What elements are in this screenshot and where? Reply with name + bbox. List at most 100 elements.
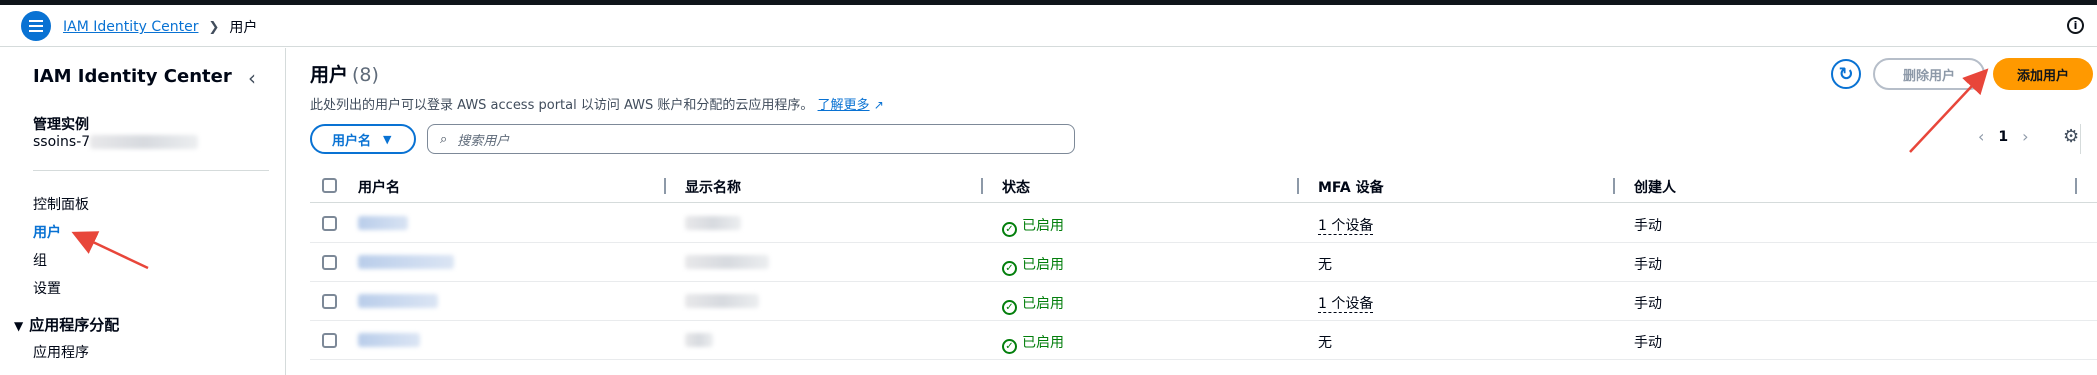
row-checkbox[interactable] — [322, 294, 337, 309]
learn-more-link[interactable]: 了解更多 — [818, 98, 870, 113]
filter-property-label: 用户名 — [332, 133, 372, 149]
pagination: ‹ 1 › — [1964, 127, 2043, 146]
username-link[interactable] — [358, 254, 454, 270]
table-row[interactable]: ✓ 已启用 无 手动 — [310, 321, 2097, 360]
breadcrumb-current: 用户 — [229, 20, 258, 36]
column-status[interactable]: 状态 — [1002, 177, 1030, 197]
delete-users-button[interactable]: 删除用户 — [1873, 58, 1985, 90]
next-page-icon[interactable]: › — [2022, 127, 2028, 146]
display-name — [685, 254, 769, 270]
username-link[interactable] — [358, 215, 408, 231]
sidebar-item-users[interactable]: 用户 — [33, 222, 61, 242]
collapse-sidebar-icon[interactable]: ‹ — [248, 66, 256, 90]
table-row[interactable]: ✓ 已启用 1 个设备 手动 — [310, 282, 2097, 321]
instance-label: 管理实例 — [33, 117, 89, 133]
column-resizer[interactable] — [1613, 178, 1615, 194]
redacted-blur — [358, 255, 454, 269]
status-badge: ✓ 已启用 — [1002, 293, 1064, 315]
username-link[interactable] — [358, 332, 420, 348]
instance-value: ssoins-7 — [33, 134, 199, 150]
table-row[interactable]: ✓ 已启用 无 手动 — [310, 243, 2097, 282]
caret-down-icon: ▼ — [383, 132, 392, 146]
check-circle-icon: ✓ — [1002, 261, 1017, 276]
sidebar-section-app-assignment[interactable]: ▼ 应用程序分配 — [14, 314, 119, 335]
mfa-text: 1 个设备 — [1318, 296, 1374, 313]
sidebar-item-groups[interactable]: 组 — [33, 250, 47, 270]
refresh-icon: ↻ — [1838, 63, 1854, 85]
check-circle-icon: ✓ — [1002, 339, 1017, 354]
row-checkbox[interactable] — [322, 255, 337, 270]
redacted-blur — [90, 135, 199, 149]
sidebar-title: IAM Identity Center — [33, 66, 232, 87]
refresh-button[interactable]: ↻ — [1831, 59, 1861, 89]
search-icon: ⌕ — [440, 131, 448, 147]
breadcrumb-iam-link[interactable]: IAM Identity Center — [63, 19, 198, 35]
page-title-text: 用户 — [310, 64, 349, 86]
column-resizer[interactable] — [1297, 178, 1299, 194]
username-link[interactable] — [358, 293, 438, 309]
display-name — [685, 332, 713, 348]
row-checkbox[interactable] — [322, 333, 337, 348]
side-navigation: IAM Identity Center ‹ 管理实例 ssoins-7 控制面板… — [0, 48, 286, 375]
mfa-devices: 无 — [1318, 257, 1332, 273]
redacted-blur — [358, 216, 408, 230]
user-count: (8) — [352, 64, 379, 86]
display-name — [685, 215, 741, 231]
gear-icon: ⚙ — [2063, 126, 2080, 147]
status-badge: ✓ 已启用 — [1002, 254, 1064, 276]
page-description: 此处列出的用户可以登录 AWS access portal 以访问 AWS 账户… — [310, 94, 884, 113]
table-row[interactable]: ✓ 已启用 1 个设备 手动 — [310, 204, 2097, 243]
check-circle-icon: ✓ — [1002, 222, 1017, 237]
current-page[interactable]: 1 — [1998, 129, 2008, 145]
previous-page-icon[interactable]: ‹ — [1978, 127, 1984, 146]
redacted-blur — [685, 294, 759, 308]
redacted-blur — [358, 294, 438, 308]
redacted-blur — [685, 255, 769, 269]
status-text: 已启用 — [1022, 296, 1064, 312]
page-title: 用户 (8) — [310, 60, 379, 87]
sidebar-item-settings[interactable]: 设置 — [33, 278, 61, 298]
search-placeholder: 搜索用户 — [457, 133, 510, 149]
add-user-button[interactable]: 添加用户 — [1993, 58, 2093, 90]
display-name — [685, 293, 759, 309]
column-username[interactable]: 用户名 — [358, 177, 400, 197]
status-badge: ✓ 已启用 — [1002, 332, 1064, 354]
chevron-right-icon: ❯ — [208, 19, 220, 35]
created-by: 手动 — [1634, 335, 1662, 351]
preferences-button[interactable]: ⚙ — [2063, 126, 2079, 147]
main-content: 用户 (8) 此处列出的用户可以登录 AWS access portal 以访问 … — [287, 48, 2097, 375]
column-resizer[interactable] — [664, 178, 666, 194]
row-checkbox[interactable] — [322, 216, 337, 231]
column-created-by[interactable]: 创建人 — [1634, 177, 1676, 197]
status-text: 已启用 — [1022, 257, 1064, 273]
column-mfa[interactable]: MFA 设备 — [1318, 177, 1384, 197]
check-circle-icon: ✓ — [1002, 300, 1017, 315]
select-all-checkbox[interactable] — [322, 178, 337, 193]
search-input[interactable]: ⌕ 搜索用户 — [427, 124, 1075, 154]
info-icon[interactable]: i — [2067, 17, 2084, 34]
column-display-name[interactable]: 显示名称 — [685, 177, 741, 197]
created-by: 手动 — [1634, 218, 1662, 234]
sidebar-item-dashboard[interactable]: 控制面板 — [33, 194, 89, 214]
redacted-blur — [685, 216, 741, 230]
created-by: 手动 — [1634, 257, 1662, 273]
external-link-icon: ↗ — [873, 98, 884, 112]
created-by: 手动 — [1634, 296, 1662, 312]
filter-property-select[interactable]: 用户名 ▼ — [310, 124, 416, 154]
caret-down-icon: ▼ — [14, 319, 24, 333]
mfa-text: 1 个设备 — [1318, 218, 1374, 235]
column-resizer[interactable] — [981, 178, 983, 194]
mfa-devices: 无 — [1318, 335, 1332, 351]
sidebar-section-label: 应用程序分配 — [29, 316, 120, 334]
mfa-devices[interactable]: 1 个设备 — [1318, 215, 1374, 235]
top-navigation: IAM Identity Center ❯ 用户 i — [0, 5, 2097, 47]
menu-icon[interactable] — [21, 11, 51, 41]
status-badge: ✓ 已启用 — [1002, 215, 1064, 237]
column-resizer[interactable] — [2075, 178, 2077, 194]
redacted-blur — [358, 333, 420, 347]
table-header: 用户名 显示名称 状态 MFA 设备 创建人 — [310, 169, 2097, 203]
mfa-devices[interactable]: 1 个设备 — [1318, 293, 1374, 313]
instance-id: ssoins-7 — [33, 134, 91, 150]
learn-more-label: 了解更多 — [817, 98, 870, 113]
sidebar-item-applications[interactable]: 应用程序 — [33, 342, 89, 362]
